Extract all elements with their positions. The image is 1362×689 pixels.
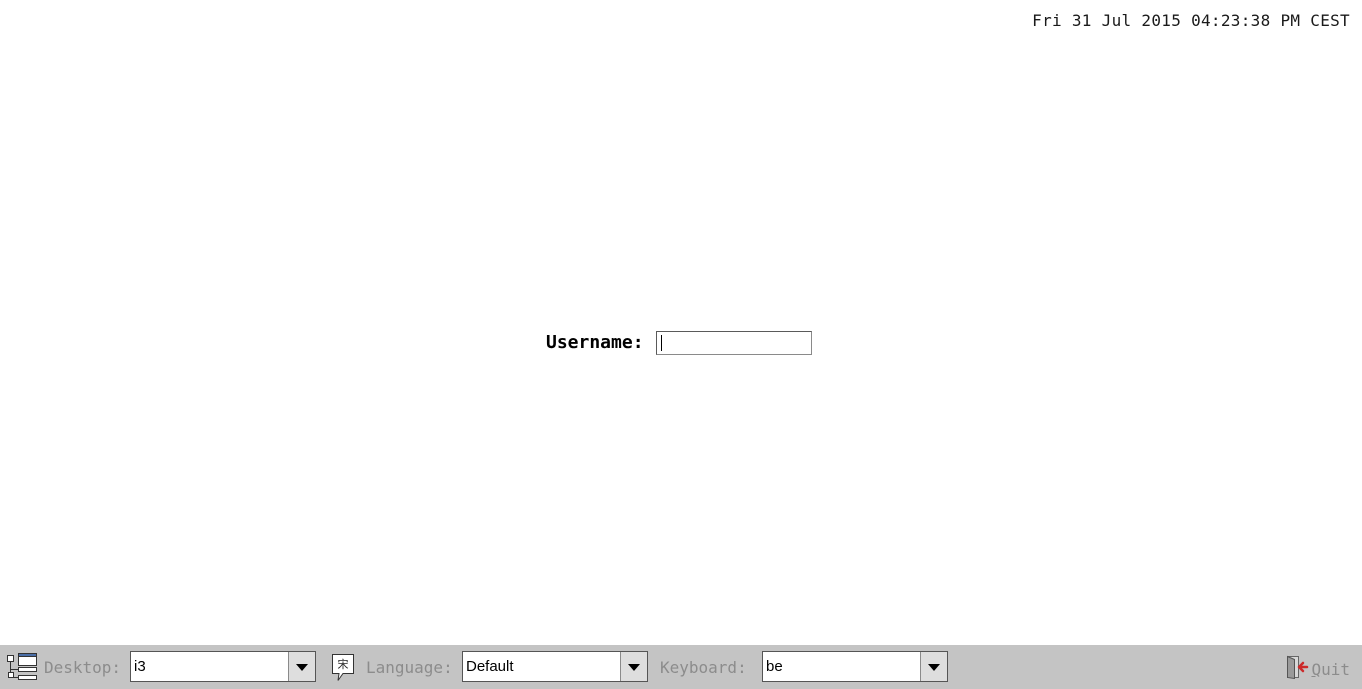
- chevron-down-icon: [928, 664, 940, 671]
- desktop-label: Desktop:: [44, 658, 122, 677]
- bottom-bar: Desktop: i3 宋 Language: Default Keyboard…: [0, 645, 1362, 689]
- desktop-select-value: i3: [134, 658, 146, 675]
- chevron-down-icon: [628, 664, 640, 671]
- keyboard-label: Keyboard:: [660, 658, 747, 677]
- language-select-value: Default: [466, 658, 514, 675]
- keyboard-select[interactable]: be: [762, 651, 948, 682]
- desktop-dropdown-button[interactable]: [288, 652, 315, 681]
- keyboard-dropdown-button[interactable]: [920, 652, 947, 681]
- username-label: Username:: [546, 332, 644, 353]
- language-icon: 宋: [330, 653, 356, 687]
- quit-label: Quit: [1311, 659, 1350, 679]
- clock: Fri 31 Jul 2015 04:23:38 PM CEST: [1032, 11, 1350, 30]
- keyboard-select-value: be: [766, 658, 783, 675]
- chevron-down-icon: [296, 664, 308, 671]
- language-select[interactable]: Default: [462, 651, 648, 682]
- desktop-session-icon: [6, 652, 38, 686]
- svg-text:宋: 宋: [338, 657, 349, 671]
- desktop-select[interactable]: i3: [130, 651, 316, 682]
- quit-icon: [1285, 655, 1309, 683]
- text-caret: [660, 335, 662, 351]
- language-label: Language:: [366, 658, 453, 677]
- language-dropdown-button[interactable]: [620, 652, 647, 681]
- username-input[interactable]: [655, 331, 812, 355]
- quit-button[interactable]: Quit: [1285, 655, 1350, 683]
- login-form: Username:: [546, 330, 812, 355]
